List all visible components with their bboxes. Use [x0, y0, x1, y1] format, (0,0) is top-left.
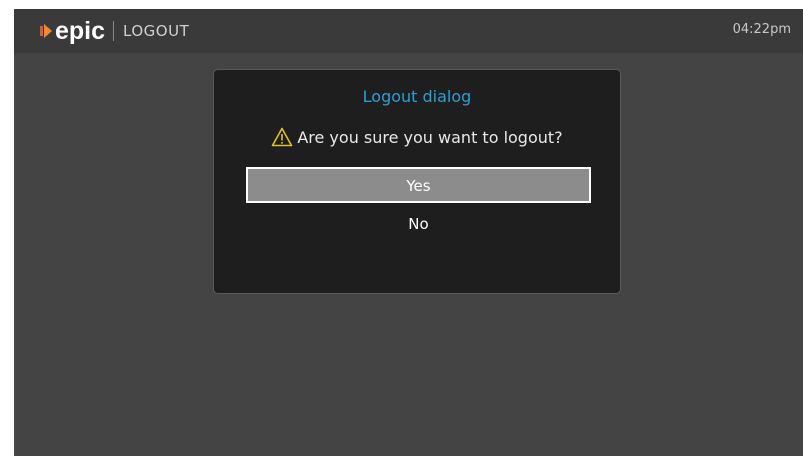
dialog-title: Logout dialog — [362, 87, 472, 106]
no-button[interactable]: No — [246, 205, 591, 241]
brand-name: epic — [55, 17, 106, 45]
logout-dialog: Logout dialog Are you sure you want to l… — [213, 69, 621, 294]
yes-button[interactable]: Yes — [246, 167, 591, 203]
epic-logo: epic LOGOUT — [40, 15, 189, 47]
dialog-message: Are you sure you want to logout? — [214, 127, 620, 147]
tv-screen: epic LOGOUT 04:22pm Logout dialog Are yo… — [14, 9, 803, 456]
clock: 04:22pm — [732, 22, 791, 37]
dialog-message-text: Are you sure you want to logout? — [297, 127, 563, 147]
warning-icon — [272, 127, 293, 147]
header-divider — [113, 21, 115, 41]
logo-play-icon — [40, 23, 52, 39]
top-bar: epic LOGOUT 04:22pm — [14, 9, 803, 53]
page-title: LOGOUT — [123, 22, 190, 40]
